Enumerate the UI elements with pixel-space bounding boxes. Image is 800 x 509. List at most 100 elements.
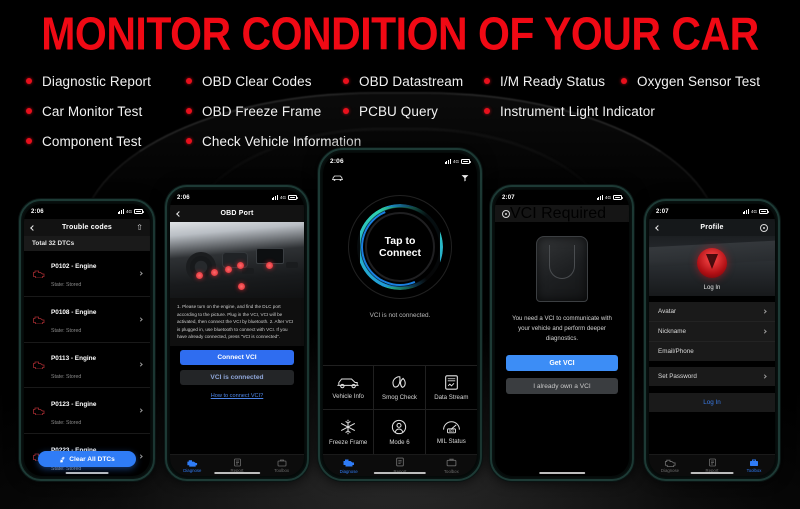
vci-description: You need a VCI to communicate with your … <box>512 315 612 342</box>
battery-icon <box>134 209 144 214</box>
network-label: 4G <box>750 209 757 214</box>
grid-item-mil-status[interactable]: 601 MIL Status <box>426 410 477 454</box>
engine-icon <box>664 459 676 467</box>
already-own-vci-button[interactable]: I already own a VCI <box>506 378 618 395</box>
status-time: 2:06 <box>31 208 44 215</box>
bullet-icon <box>26 108 32 114</box>
datastream-icon <box>444 374 458 390</box>
feature-label: Car Monitor Test <box>42 103 143 119</box>
notch <box>532 190 592 201</box>
chevron-right-icon <box>138 362 143 368</box>
avatar[interactable] <box>697 248 727 278</box>
feature-row: Diagnostic Report OBD Clear Codes OBD Da… <box>26 66 784 96</box>
feature-item: PCBU Query <box>343 104 484 119</box>
grid-label: Vehicle Info <box>332 392 364 400</box>
grid-item-data-stream[interactable]: Data Stream <box>425 366 477 410</box>
car-icon[interactable] <box>331 174 344 182</box>
profile-row-email-phone[interactable]: Email/Phone <box>649 342 775 361</box>
bullet-icon <box>343 108 349 114</box>
clear-all-dtcs-button[interactable]: Clear All DTCs <box>37 451 137 467</box>
poster-background: MONITOR CONDITION OF YOUR CAR Diagnostic… <box>0 0 800 509</box>
report-icon <box>233 458 241 467</box>
row-label: Nickname <box>658 328 686 335</box>
bullet-icon <box>484 108 490 114</box>
status-time: 2:06 <box>330 158 344 165</box>
feature-item: OBD Clear Codes <box>186 74 343 89</box>
port-marker <box>225 266 232 273</box>
tab-toolbox[interactable]: Toolbox <box>733 455 775 476</box>
toolbox-icon <box>277 459 287 467</box>
phone-vci-required: 2:07 4G VCI Required You need a VCI to c… <box>490 185 634 481</box>
grid-item-vehicle-info[interactable]: Vehicle Info <box>323 366 375 410</box>
filter-icon[interactable] <box>461 174 469 182</box>
leaf-icon <box>392 375 407 388</box>
feature-row: Car Monitor Test OBD Freeze Frame PCBU Q… <box>26 96 784 126</box>
battery-icon <box>613 195 623 200</box>
gear-icon[interactable] <box>760 223 768 232</box>
grid-label: Smog Check <box>382 393 417 401</box>
grid-label: Mode 6 <box>389 438 410 446</box>
tab-diagnose[interactable]: Diagnose <box>323 455 374 476</box>
table-row[interactable]: P0113 - Engine State: Stored <box>24 343 150 389</box>
share-icon[interactable]: ⇧ <box>136 223 143 232</box>
connect-line-1: Tap to <box>384 234 416 247</box>
dtc-total-label: Total 32 DTCs <box>24 236 150 251</box>
profile-row-nickname[interactable]: Nickname <box>649 322 775 342</box>
connect-ring[interactable]: Tap to Connect <box>323 186 477 308</box>
grid-item-mode-6[interactable]: Mode 6 <box>374 410 426 454</box>
dtc-code: P0108 - Engine <box>51 309 97 317</box>
grid-label: MIL Status <box>436 438 466 445</box>
table-row[interactable]: P0108 - Engine State: Stored <box>24 297 150 343</box>
table-row[interactable]: P0102 - Engine State: Stored <box>24 251 150 297</box>
feature-label: PCBU Query <box>359 103 439 119</box>
grid-item-freeze-frame[interactable]: Freeze Frame <box>323 410 375 454</box>
table-row[interactable]: P0123 - Engine State: Stored <box>24 388 150 435</box>
feature-item: OBD Datastream <box>343 74 484 89</box>
dtc-code: P0123 - Engine <box>51 400 97 408</box>
tab-toolbox[interactable]: Toolbox <box>259 455 304 476</box>
vci-dongle-icon <box>536 236 588 302</box>
gear-icon[interactable] <box>502 209 510 218</box>
get-vci-button[interactable]: Get VCI <box>506 355 618 372</box>
battery-icon <box>461 159 471 164</box>
how-to-connect-link[interactable]: How to connect VCI? <box>170 393 304 399</box>
instructions-text: 1. Please turn on the engine, and find t… <box>170 298 304 346</box>
connect-vci-button[interactable]: Connect VCI <box>180 349 294 365</box>
notch <box>207 190 267 201</box>
mode6-icon <box>392 419 407 434</box>
profile-row-avatar[interactable]: Avatar <box>649 302 775 322</box>
feature-label: Instrument Light Indicator <box>500 103 655 119</box>
chevron-right-icon <box>762 374 767 379</box>
row-label: Email/Phone <box>658 348 694 355</box>
port-marker <box>238 283 245 290</box>
login-button[interactable]: Log In <box>649 393 775 412</box>
home-indicator <box>65 471 109 474</box>
home-indicator <box>214 471 260 474</box>
profile-row-set-password[interactable]: Set Password <box>649 367 775 386</box>
feature-label: Check Vehicle Information <box>202 133 362 149</box>
navigation-bar: Trouble codes ⇧ <box>24 219 150 236</box>
feature-item: Diagnostic Report <box>26 74 186 89</box>
notch <box>366 153 434 166</box>
grid-item-smog-check[interactable]: Smog Check <box>374 366 426 410</box>
signal-icon <box>271 195 278 200</box>
navigation-bar: VCI Required <box>495 205 629 222</box>
hero-login-label[interactable]: Log In <box>649 285 775 291</box>
engine-icon <box>343 459 355 467</box>
row-label: Set Password <box>658 373 697 380</box>
feature-item: Instrument Light Indicator <box>484 104 655 119</box>
feature-item: Oxygen Sensor Test <box>621 74 760 89</box>
vci-is-connected-button[interactable]: VCI is connected <box>180 369 294 385</box>
tab-diagnose[interactable]: Diagnose <box>170 455 215 476</box>
home-indicator <box>539 471 585 474</box>
feature-label: OBD Datastream <box>359 73 464 89</box>
phone-obd-port: 2:06 4G OBD Port 1. Please turn on the e… <box>165 185 309 481</box>
dtc-state: State: Stored <box>51 328 82 335</box>
tab-diagnose[interactable]: Diagnose <box>649 455 691 476</box>
bullet-icon <box>186 138 192 144</box>
air-vent-shape <box>286 262 298 268</box>
engine-icon <box>33 407 45 416</box>
chevron-right-icon <box>138 316 143 322</box>
chevron-right-icon <box>138 454 143 459</box>
tab-toolbox[interactable]: Toolbox <box>426 455 477 476</box>
